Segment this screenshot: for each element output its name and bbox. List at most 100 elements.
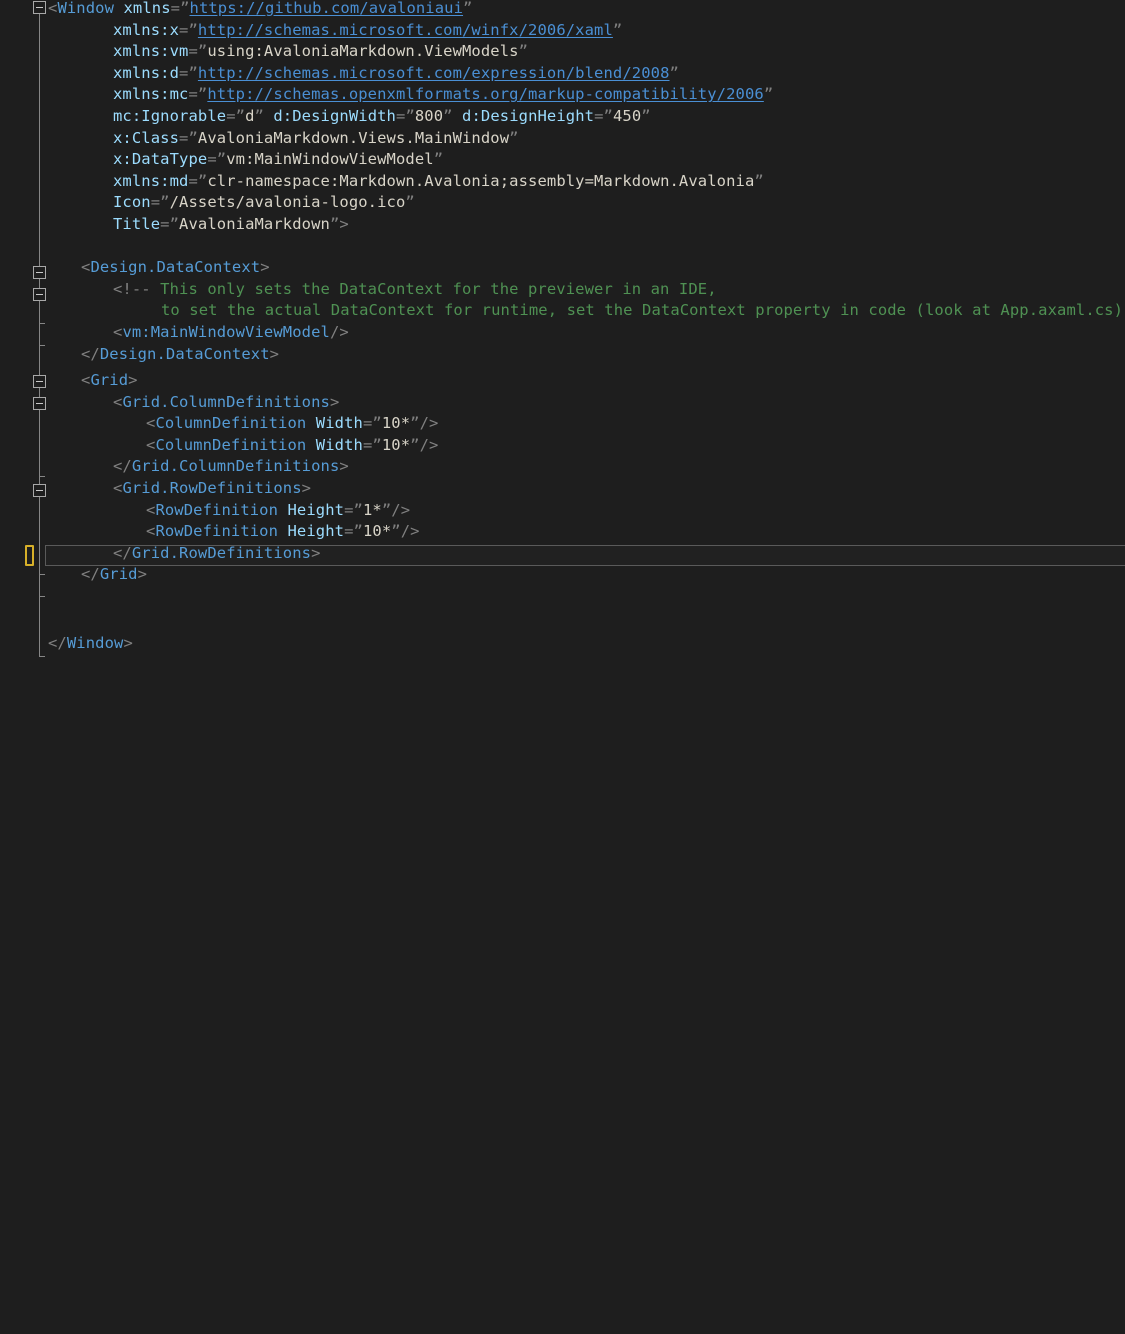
tag-name-columndefinition: ColumnDefinition [155, 414, 307, 433]
tag-close-bracket: > [123, 634, 133, 652]
code-line[interactable]: <vm:MainWindowViewModel/> [113, 322, 349, 344]
quote-open: ” [216, 150, 227, 169]
equals: = [150, 193, 161, 212]
quote-open: ” [197, 85, 208, 104]
quote-open: ” [169, 215, 180, 233]
quote-open: ” [353, 522, 363, 541]
quote-close: ” [405, 193, 415, 212]
quote-close: ” [641, 107, 651, 125]
attr-xmlns-mc: xmlns:mc [113, 85, 189, 104]
url-link-winfx-xaml[interactable]: http://schemas.microsoft.com/winfx/2006/… [198, 21, 613, 39]
code-line[interactable]: x:DataType=”vm:MainWindowViewModel” [113, 149, 443, 171]
quote-close: ” [669, 63, 679, 82]
tag-open-bracket: </ [48, 634, 67, 652]
code-line[interactable]: </Grid> [81, 564, 147, 586]
code-line[interactable]: to set the actual DataContext for runtim… [161, 300, 1125, 322]
attr-designwidth: d:DesignWidth [273, 107, 396, 125]
quote-open: ” [197, 171, 208, 190]
code-editor[interactable]: <Window xmlns=”https://github.com/avalon… [0, 0, 1125, 667]
quote-close: ” [410, 414, 420, 433]
code-line[interactable]: <Grid> [81, 370, 138, 392]
attr-mc-ignorable: mc:Ignorable [113, 107, 227, 125]
quote-open: ” [353, 500, 363, 519]
equals: = [170, 0, 181, 17]
tag-name-grid-columndefinitions: Grid.ColumnDefinitions [122, 392, 330, 411]
code-line[interactable]: <!-- This only sets the DataContext for … [113, 279, 717, 301]
quote-open: ” [372, 414, 382, 433]
tag-close-bracket: > [269, 344, 280, 363]
code-text-layer[interactable]: <Window xmlns=”https://github.com/avalon… [0, 0, 1125, 667]
code-line[interactable]: <RowDefinition Height=”1*”/> [146, 500, 410, 522]
equals: = [362, 435, 373, 454]
code-line[interactable]: <Grid.ColumnDefinitions> [113, 392, 339, 414]
tag-close-bracket: > [339, 215, 349, 233]
code-line[interactable]: xmlns:mc=”http://schemas.openxmlformats.… [113, 84, 773, 106]
tag-name-window: Window [57, 0, 115, 17]
quote-open: ” [405, 107, 415, 125]
quote-open: ” [372, 435, 382, 454]
attr-value-designwidth: 800 [414, 107, 444, 125]
code-line[interactable]: xmlns:vm=”using:AvaloniaMarkdown.ViewMod… [113, 41, 528, 63]
code-line[interactable]: xmlns:d=”http://schemas.microsoft.com/ex… [113, 63, 679, 85]
code-line[interactable]: xmlns:x=”http://schemas.microsoft.com/wi… [113, 20, 622, 42]
quote-open: ” [180, 0, 190, 17]
quote-close: ” [329, 215, 340, 233]
tag-name-window-close: Window [66, 634, 124, 652]
attr-value-ignorable: d [245, 107, 255, 125]
quote-open: ” [603, 107, 613, 125]
equals: = [594, 107, 604, 125]
quote-close: ” [410, 435, 420, 454]
code-line[interactable]: <Design.DataContext> [81, 257, 270, 279]
tag-close-bracket: > [311, 543, 321, 562]
tag-selfclose-bracket: /> [329, 323, 349, 341]
code-line[interactable]: <ColumnDefinition Width=”10*”/> [146, 413, 438, 435]
attr-x-class: x:Class [113, 128, 180, 147]
tag-selfclose-bracket: /> [419, 414, 439, 433]
attr-value-height-1: 1* [362, 500, 382, 519]
code-line[interactable]: <Window xmlns=”https://github.com/avalon… [48, 0, 472, 20]
code-line[interactable]: Icon=”/Assets/avalonia-logo.ico” [113, 192, 415, 214]
code-line[interactable]: </Grid.ColumnDefinitions> [113, 456, 349, 478]
code-line[interactable]: mc:Ignorable=”d” d:DesignWidth=”800” d:D… [113, 106, 651, 128]
tag-close-bracket: > [339, 457, 349, 476]
quote-close: ” [612, 20, 623, 39]
tag-name-rowdefinition: RowDefinition [155, 522, 279, 541]
equals: = [188, 42, 198, 61]
attr-xmlns-vm: xmlns:vm [113, 42, 189, 61]
attr-title: Title [113, 215, 161, 233]
tag-name-grid: Grid [90, 371, 129, 389]
url-link-avaloniaui[interactable]: https://github.com/avaloniaui [190, 0, 464, 17]
url-link-markup-compatibility[interactable]: http://schemas.openxmlformats.org/markup… [207, 85, 763, 103]
attr-height: Height [287, 500, 345, 519]
code-line[interactable]: <ColumnDefinition Width=”10*”/> [146, 435, 438, 457]
tag-open-bracket: </ [113, 457, 132, 476]
tag-open-bracket: </ [81, 565, 100, 584]
comment-text-line2: to set the actual DataContext for runtim… [161, 301, 1124, 320]
equals: = [207, 150, 217, 169]
code-line[interactable]: <RowDefinition Height=”10*”/> [146, 521, 420, 543]
url-link-blend-2008[interactable]: http://schemas.microsoft.com/expression/… [198, 64, 670, 82]
quote-close: ” [381, 500, 392, 519]
code-line[interactable]: xmlns:md=”clr-namespace:Markdown.Avaloni… [113, 171, 764, 193]
code-line[interactable]: </Window> [48, 633, 133, 655]
tag-name-mainwindowviewmodel: vm:MainWindowViewModel [122, 323, 330, 341]
attr-value-viewmodels-namespace: using:AvaloniaMarkdown.ViewModels [207, 42, 519, 61]
code-line[interactable]: Title=”AvaloniaMarkdown”> [113, 214, 349, 236]
code-line[interactable]: x:Class=”AvaloniaMarkdown.Views.MainWind… [113, 128, 519, 150]
code-line[interactable]: </Design.DataContext> [81, 344, 279, 366]
quote-close: ” [763, 85, 774, 104]
attr-xmlns-md: xmlns:md [113, 171, 189, 190]
quote-open: ” [197, 42, 208, 61]
attr-xmlns-x: xmlns:x [113, 20, 180, 39]
attr-designheight: d:DesignHeight [462, 107, 595, 125]
attr-value-x-class: AvaloniaMarkdown.Views.MainWindow [197, 128, 510, 147]
tag-name-grid-rowdefinitions: Grid.RowDefinitions [122, 479, 302, 497]
code-line-current[interactable]: </Grid.RowDefinitions> [113, 543, 321, 565]
comment-open-marker: <!-- [113, 279, 151, 298]
quote-close: ” [443, 107, 453, 125]
attr-height: Height [287, 522, 345, 541]
code-line[interactable]: <Grid.RowDefinitions> [113, 478, 311, 500]
